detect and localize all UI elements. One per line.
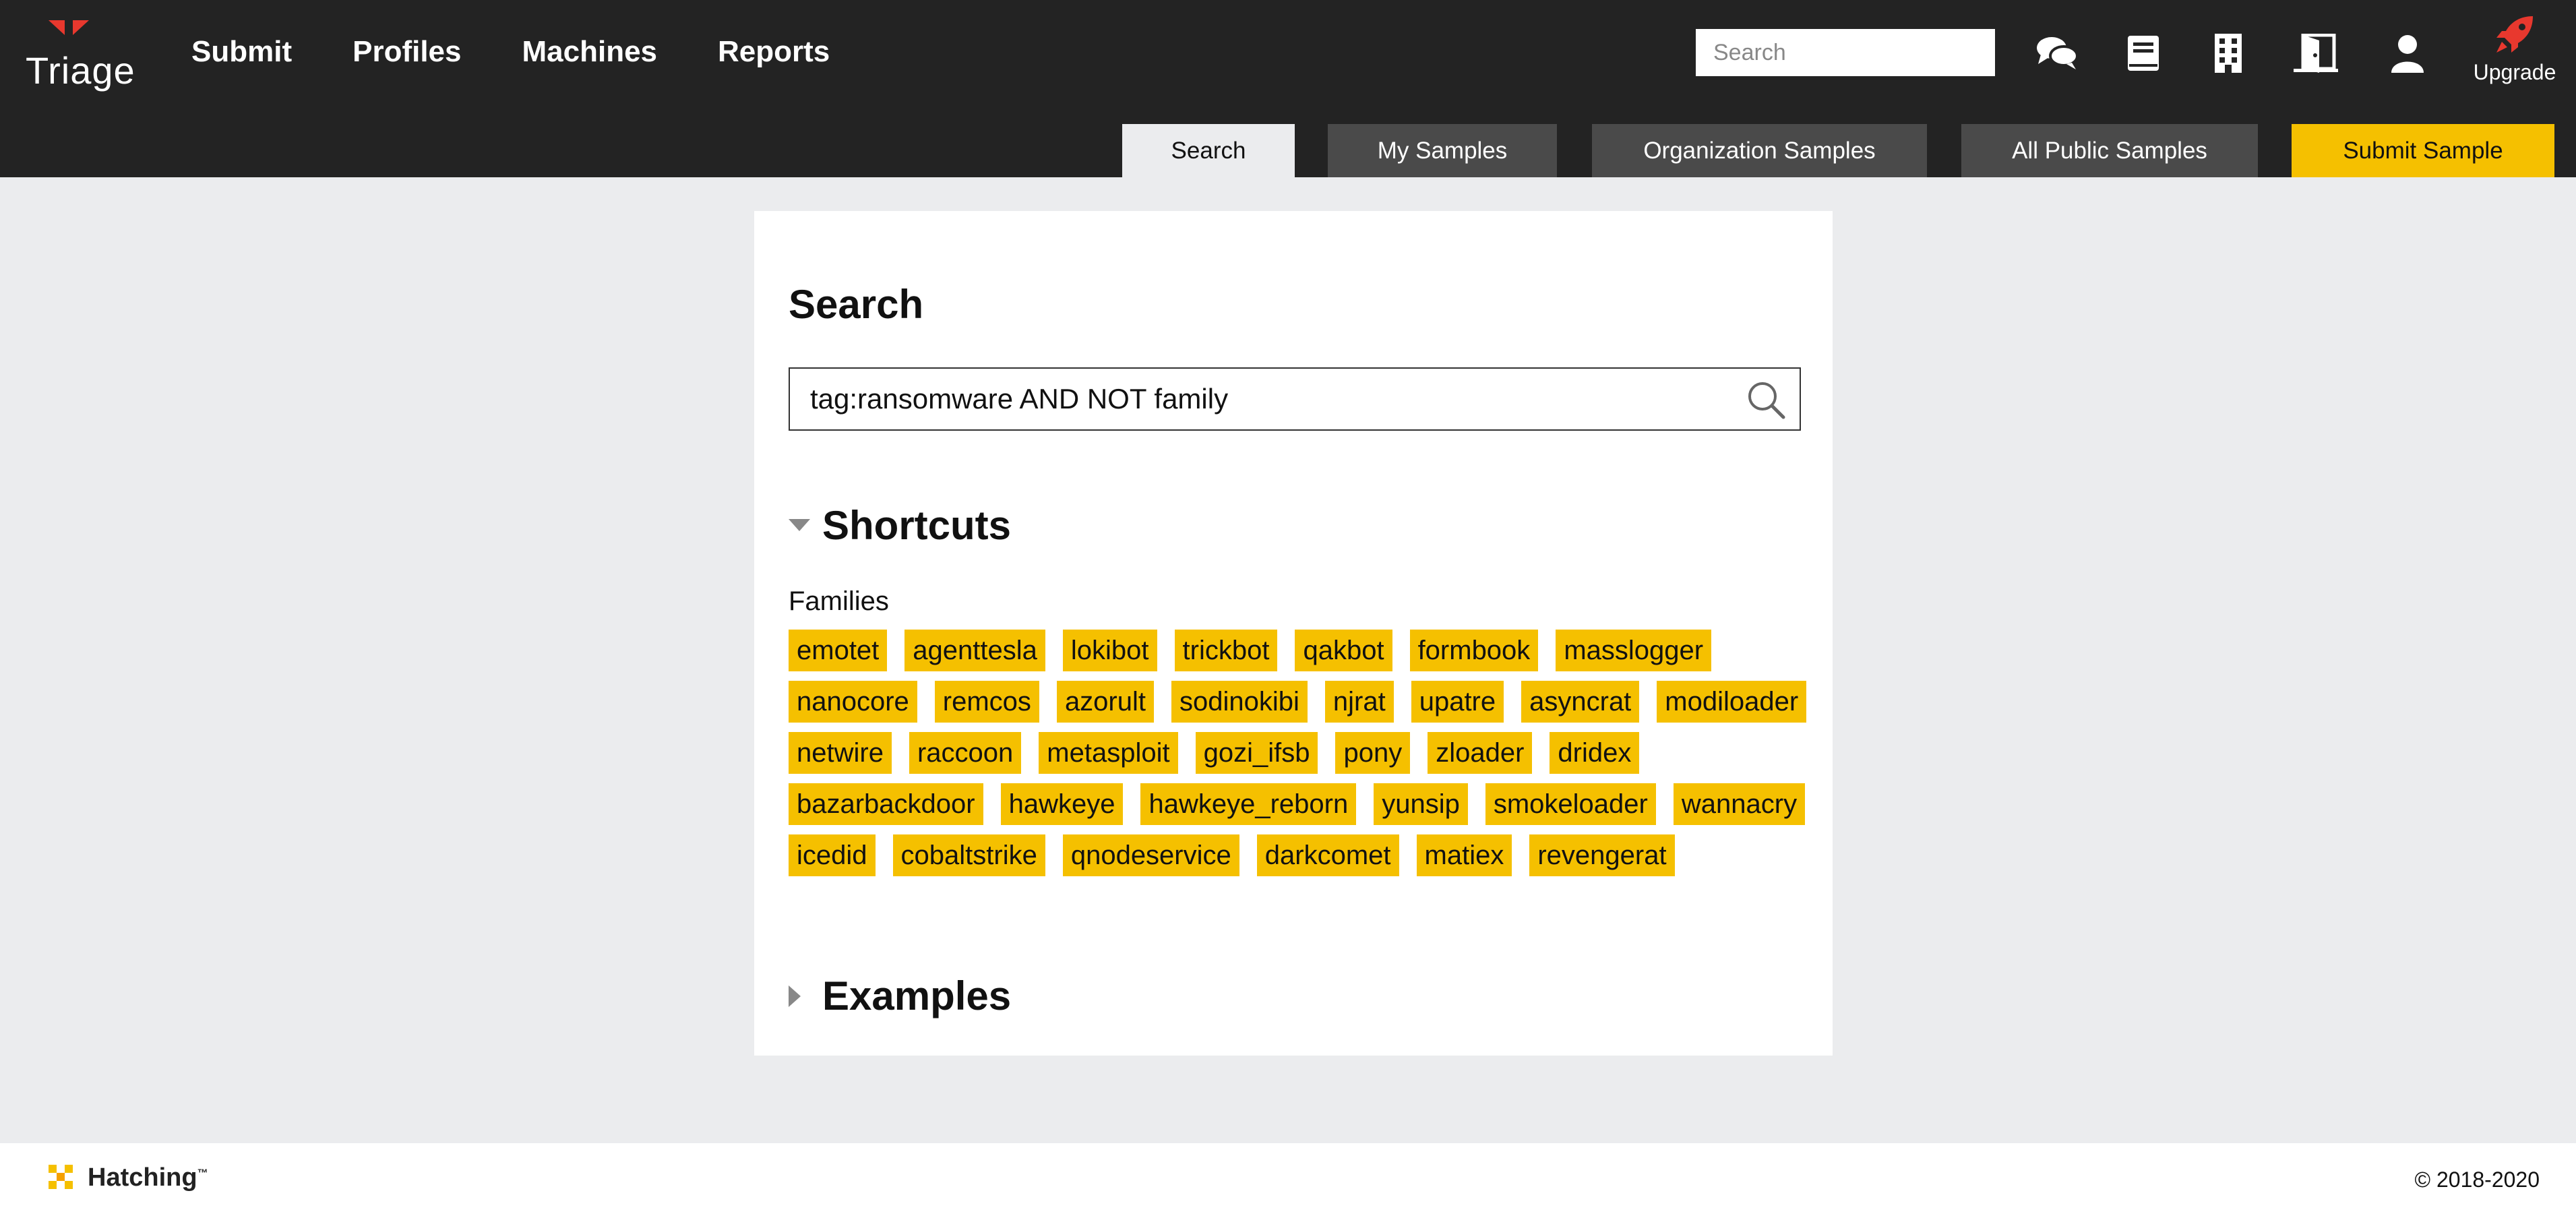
family-tag[interactable]: pony: [1335, 732, 1411, 774]
query-search-box: [789, 367, 1801, 431]
family-tag[interactable]: netwire: [789, 732, 892, 774]
tab-search[interactable]: Search: [1122, 124, 1295, 177]
family-tag[interactable]: dridex: [1550, 732, 1640, 774]
main-nav: Submit Profiles Machines Reports: [191, 35, 890, 69]
family-tag[interactable]: formbook: [1409, 630, 1539, 671]
user-icon[interactable]: [2385, 31, 2430, 75]
family-tag[interactable]: trickbot: [1174, 630, 1278, 671]
copyright: © 2018-2020: [2414, 1167, 2540, 1192]
query-search-input[interactable]: [790, 369, 1720, 429]
family-tag[interactable]: metasploit: [1039, 732, 1178, 774]
family-tag[interactable]: wannacry: [1673, 783, 1806, 825]
family-tag[interactable]: raccoon: [909, 732, 1022, 774]
footer-brand-text: Hatching™: [88, 1163, 208, 1192]
family-tag-list: emotet agenttesla lokibot trickbot qakbot for…: [789, 630, 1813, 876]
examples-title: Examples: [822, 973, 1012, 1018]
families-label: Families: [789, 586, 889, 616]
family-tag[interactable]: masslogger: [1556, 630, 1712, 671]
family-tag[interactable]: cobaltstrike: [892, 834, 1045, 876]
family-tag[interactable]: matiex: [1416, 834, 1512, 876]
shortcuts-toggle[interactable]: Shortcuts: [789, 502, 1011, 549]
examples-toggle[interactable]: Examples: [789, 973, 1011, 1019]
hatching-logo[interactable]: Hatching™: [49, 1163, 208, 1192]
header-search-input[interactable]: [1696, 29, 1995, 76]
nav-machines[interactable]: Machines: [522, 35, 658, 69]
family-tag[interactable]: darkcomet: [1256, 834, 1399, 876]
rocket-icon: [2496, 16, 2533, 53]
page-title: Search: [789, 282, 924, 327]
family-tag[interactable]: hawkeye: [1000, 783, 1124, 825]
family-tag[interactable]: emotet: [789, 630, 888, 671]
family-tag[interactable]: hawkeye_reborn: [1140, 783, 1357, 825]
family-tag[interactable]: zloader: [1428, 732, 1533, 774]
building-icon[interactable]: [2205, 31, 2251, 75]
tab-all-public-samples[interactable]: All Public Samples: [1961, 124, 2258, 177]
logo-text: Triage: [26, 49, 135, 92]
family-tag[interactable]: sodinokibi: [1171, 681, 1308, 723]
book-icon[interactable]: [2120, 31, 2166, 75]
hatching-mark-icon: [49, 1164, 73, 1189]
search-icon[interactable]: [1746, 379, 1786, 420]
upgrade-label: Upgrade: [2473, 60, 2556, 84]
shortcuts-title: Shortcuts: [822, 503, 1012, 548]
family-tag[interactable]: agenttesla: [904, 630, 1045, 671]
family-tag[interactable]: nanocore: [789, 681, 917, 723]
family-tag[interactable]: azorult: [1056, 681, 1154, 723]
nav-reports[interactable]: Reports: [718, 35, 830, 69]
family-tag[interactable]: modiloader: [1657, 681, 1807, 723]
triage-logo-mark-icon: [49, 20, 89, 35]
door-icon[interactable]: [2293, 31, 2339, 75]
family-tag[interactable]: remcos: [934, 681, 1039, 723]
family-tag[interactable]: qakbot: [1295, 630, 1392, 671]
family-tag[interactable]: qnodeservice: [1062, 834, 1239, 876]
family-tag[interactable]: njrat: [1324, 681, 1394, 723]
submit-sample-button[interactable]: Submit Sample: [2292, 124, 2554, 177]
caret-down-icon: [789, 512, 816, 539]
family-tag[interactable]: asyncrat: [1521, 681, 1640, 723]
family-tag[interactable]: bazarbackdoor: [789, 783, 983, 825]
family-tag[interactable]: upatre: [1411, 681, 1504, 723]
family-tag[interactable]: icedid: [789, 834, 876, 876]
top-header: Triage Submit Profiles Machines Reports: [0, 0, 2576, 177]
family-tag[interactable]: lokibot: [1062, 630, 1157, 671]
footer: Hatching™ © 2018-2020: [0, 1143, 2576, 1218]
chat-icon[interactable]: [2034, 31, 2080, 75]
upgrade-button[interactable]: Upgrade: [2471, 15, 2558, 85]
search-card: Search Shortcuts Families emotet agenttes…: [754, 211, 1833, 1056]
tab-organization-samples[interactable]: Organization Samples: [1592, 124, 1927, 177]
family-tag[interactable]: gozi_ifsb: [1195, 732, 1318, 774]
family-tag[interactable]: smokeloader: [1485, 783, 1656, 825]
nav-profiles[interactable]: Profiles: [352, 35, 461, 69]
nav-submit[interactable]: Submit: [191, 35, 292, 69]
triage-logo[interactable]: Triage: [26, 20, 135, 92]
caret-right-icon: [789, 983, 816, 1010]
tab-my-samples[interactable]: My Samples: [1328, 124, 1557, 177]
family-tag[interactable]: revengerat: [1529, 834, 1675, 876]
family-tag[interactable]: yunsip: [1374, 783, 1468, 825]
